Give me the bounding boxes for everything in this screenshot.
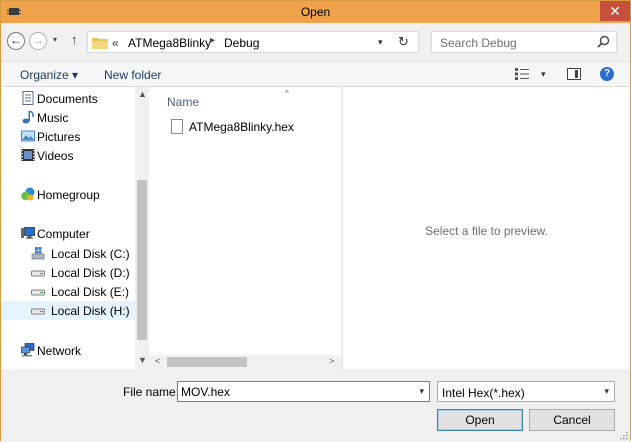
window-title: Open xyxy=(300,5,331,19)
new-folder-button[interactable]: New folder xyxy=(104,68,161,82)
file-type-select[interactable]: Intel Hex(*.hex) ▾ xyxy=(437,381,615,402)
view-options-dropdown-icon[interactable]: ▾ xyxy=(541,69,546,80)
open-file-dialog: Open ✕ ← → ▾ ↑ « ATMega8Blinky ▸ Debug ▾… xyxy=(0,0,631,442)
breadcrumb-item-atmega8blinky[interactable]: ATMega8Blinky xyxy=(128,36,211,50)
network-icon xyxy=(21,343,35,357)
help-icon[interactable]: ? xyxy=(600,67,614,81)
navigation-pane: Documents Music Pictures Videos Homegrou… xyxy=(1,87,149,369)
sidebar-item-label: Documents xyxy=(37,92,98,106)
search-input[interactable] xyxy=(440,35,590,50)
sidebar-item-label: Network xyxy=(37,344,82,358)
file-list-horizontal-scrollbar[interactable]: < > xyxy=(149,355,341,369)
sidebar-item-pictures[interactable]: Pictures xyxy=(1,127,136,146)
file-name-input[interactable] xyxy=(181,385,406,399)
dialog-footer: File name: ▾ Intel Hex(*.hex) ▾ Open Can… xyxy=(1,369,630,442)
scroll-down-icon[interactable]: ▼ xyxy=(138,355,147,365)
scroll-up-icon[interactable]: ▲ xyxy=(138,89,147,99)
sidebar-item-label: Local Disk (E:) xyxy=(51,285,130,299)
scroll-right-icon[interactable]: > xyxy=(329,356,334,366)
search-icon[interactable] xyxy=(597,35,610,48)
drive-icon xyxy=(31,289,45,296)
file-icon xyxy=(171,119,183,134)
pictures-icon xyxy=(21,130,35,142)
search-box[interactable] xyxy=(431,31,617,53)
sidebar-item-local-disk-h[interactable]: Local Disk (H:) xyxy=(1,301,136,320)
navigation-bar: ← → ▾ ↑ « ATMega8Blinky ▸ Debug ▾ ↻ xyxy=(1,23,630,61)
sidebar-item-network[interactable]: Network xyxy=(1,341,136,360)
sidebar-item-music[interactable]: Music xyxy=(1,108,136,127)
sidebar-item-local-disk-c[interactable]: Local Disk (C:) xyxy=(1,244,136,263)
file-list-pane: Name ^ ATMega8Blinky.hex < > xyxy=(149,87,341,369)
back-button[interactable]: ← xyxy=(7,32,25,50)
navigation-pane-scrollbar[interactable]: ▲ ▼ xyxy=(135,87,149,369)
computer-icon xyxy=(21,227,35,239)
sort-ascending-icon: ^ xyxy=(285,89,289,98)
documents-icon xyxy=(22,91,34,105)
file-type-dropdown-icon[interactable]: ▾ xyxy=(604,386,609,397)
breadcrumb-item-debug[interactable]: Debug xyxy=(224,36,259,50)
breadcrumb-overflow[interactable]: « xyxy=(112,36,119,50)
sidebar-item-label: Videos xyxy=(37,149,74,163)
address-bar[interactable]: « ATMega8Blinky ▸ Debug ▾ ↻ xyxy=(87,31,419,53)
forward-button[interactable]: → xyxy=(29,32,47,50)
recent-locations-dropdown[interactable]: ▾ xyxy=(53,35,57,44)
sidebar-item-label: Pictures xyxy=(37,130,81,144)
up-folder-button[interactable]: ↑ xyxy=(71,32,78,47)
sidebar-item-computer[interactable]: Computer xyxy=(1,224,136,243)
folder-icon xyxy=(92,38,108,49)
file-name: ATMega8Blinky.hex xyxy=(189,120,294,134)
sidebar-item-label: Computer xyxy=(37,227,90,241)
sidebar-item-label: Local Disk (H:) xyxy=(51,304,130,318)
drive-icon xyxy=(31,270,45,277)
sidebar-item-label: Music xyxy=(37,111,69,125)
close-button[interactable]: ✕ xyxy=(600,1,630,21)
preview-pane: Select a file to preview. xyxy=(342,87,630,369)
sidebar-item-label: Homegroup xyxy=(37,188,100,202)
column-header-name[interactable]: Name xyxy=(167,95,199,109)
homegroup-icon xyxy=(21,187,35,201)
cancel-button[interactable]: Cancel xyxy=(529,409,615,431)
file-name-dropdown-icon[interactable]: ▾ xyxy=(419,386,424,397)
command-bar: Organize ▾ New folder ▾ ? xyxy=(1,61,630,87)
sidebar-item-videos[interactable]: Videos xyxy=(1,146,136,165)
scrollbar-thumb[interactable] xyxy=(137,180,147,340)
sidebar-item-label: Local Disk (C:) xyxy=(51,247,130,261)
refresh-button[interactable]: ↻ xyxy=(398,34,409,50)
sidebar-item-label: Local Disk (D:) xyxy=(51,266,130,280)
scrollbar-thumb[interactable] xyxy=(167,357,247,367)
breadcrumb-separator-icon[interactable]: ▸ xyxy=(210,35,215,46)
open-button[interactable]: Open xyxy=(437,409,523,431)
resize-grip-icon[interactable] xyxy=(618,430,628,440)
drive-windows-icon xyxy=(31,247,45,260)
scroll-left-icon[interactable]: < xyxy=(155,356,160,366)
title-bar[interactable]: Open ✕ xyxy=(1,1,630,23)
file-name-combobox[interactable]: ▾ xyxy=(177,381,430,402)
preview-message: Select a file to preview. xyxy=(425,224,548,238)
sidebar-item-homegroup[interactable]: Homegroup xyxy=(1,185,136,204)
sidebar-item-local-disk-e[interactable]: Local Disk (E:) xyxy=(1,282,136,301)
preview-pane-toggle-icon[interactable] xyxy=(567,68,581,80)
sidebar-item-local-disk-d[interactable]: Local Disk (D:) xyxy=(1,263,136,282)
drive-icon xyxy=(31,308,45,315)
file-type-value: Intel Hex(*.hex) xyxy=(442,386,525,400)
address-dropdown-icon[interactable]: ▾ xyxy=(378,37,383,48)
file-name-label: File name: xyxy=(123,385,180,399)
change-view-icon[interactable] xyxy=(515,68,529,80)
sidebar-item-documents[interactable]: Documents xyxy=(1,89,136,108)
list-item[interactable]: ATMega8Blinky.hex xyxy=(167,117,337,137)
videos-icon xyxy=(21,149,35,161)
organize-menu-button[interactable]: Organize ▾ xyxy=(20,68,78,82)
music-icon xyxy=(22,110,34,124)
